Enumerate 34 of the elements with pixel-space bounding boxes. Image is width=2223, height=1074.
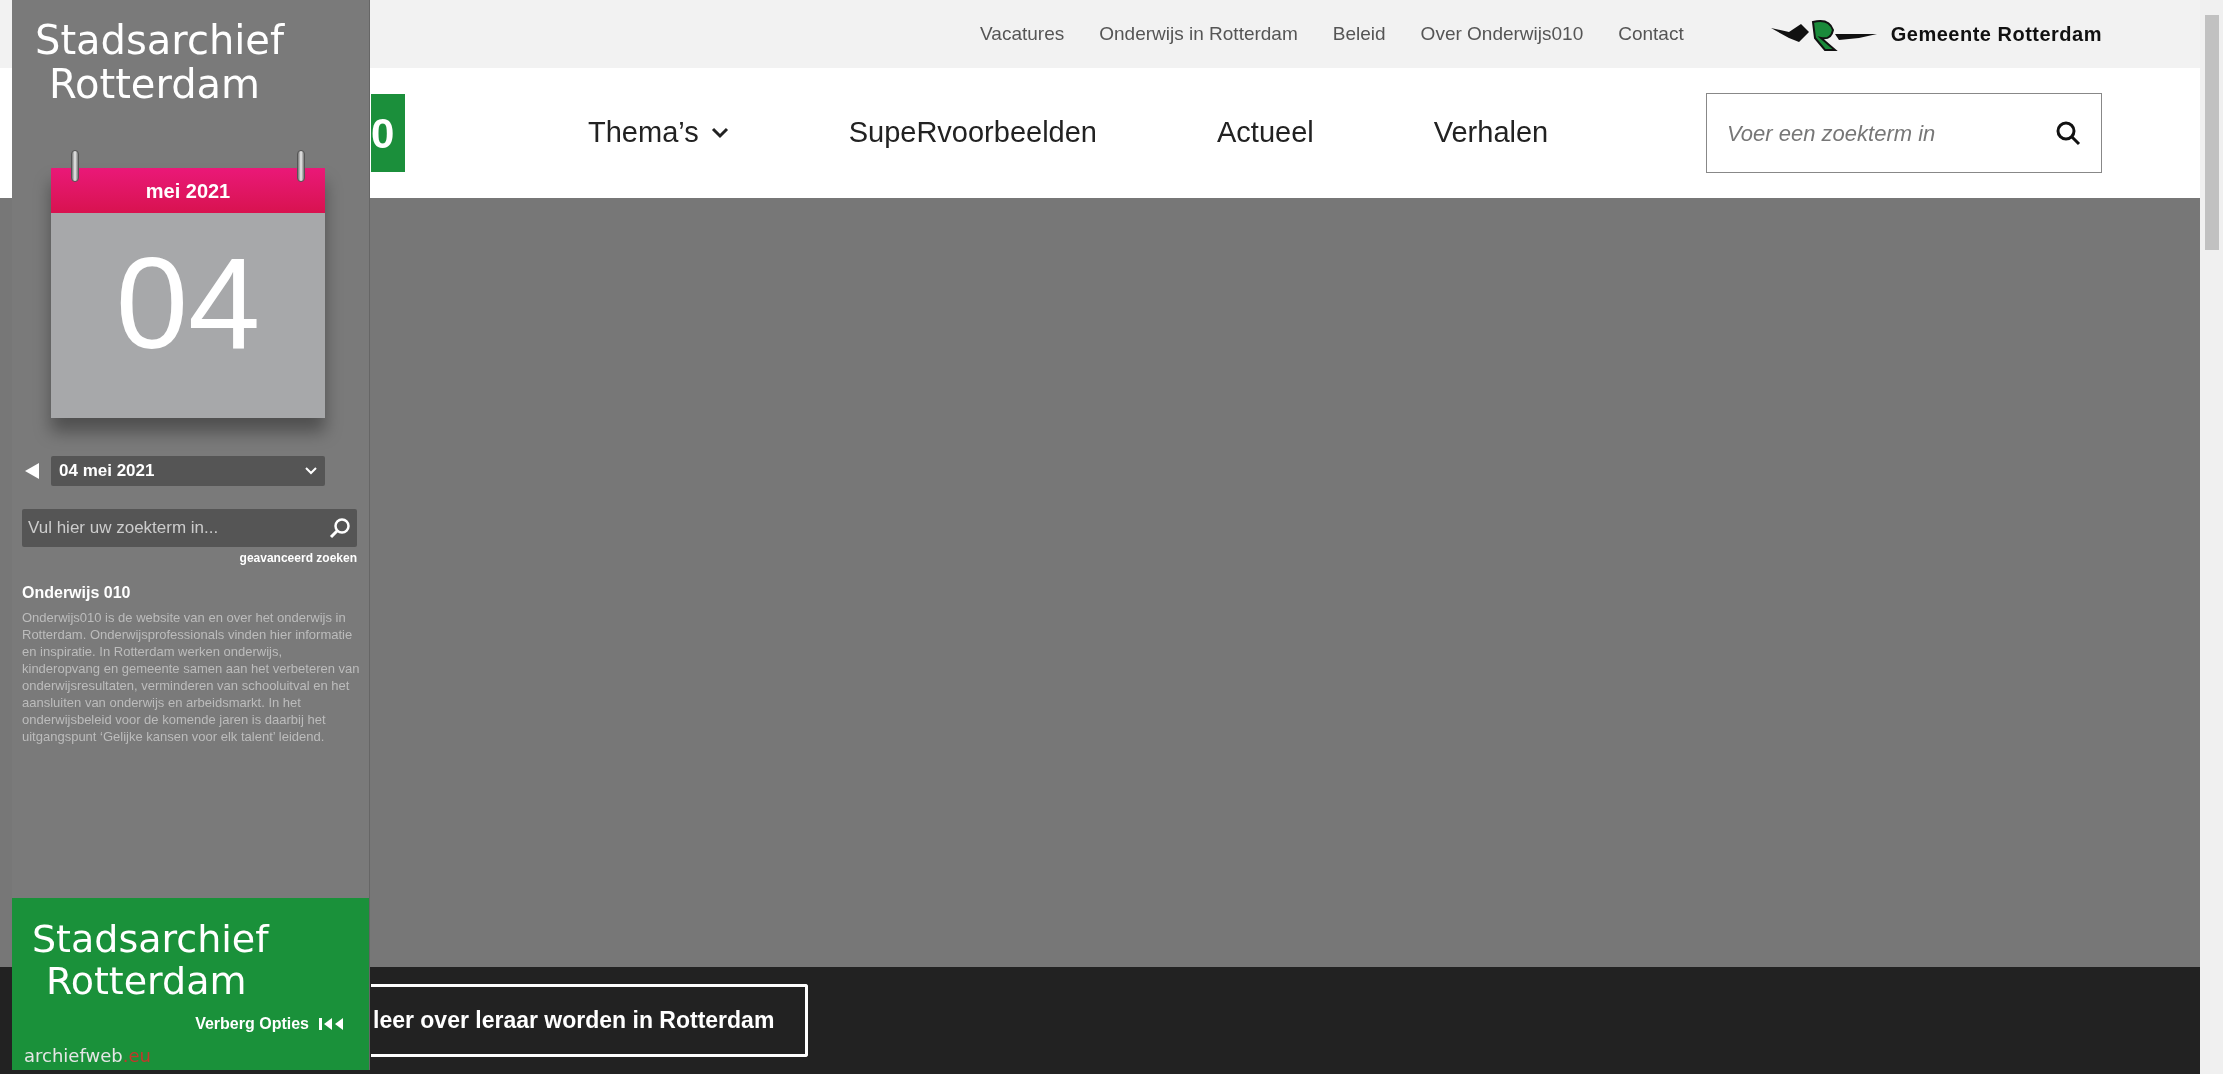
archive-search-field[interactable]: Vul hier uw zoekterm in... [22,509,357,547]
search-icon[interactable] [2055,120,2081,146]
archive-logo: Stadsarchief Rotterdam [34,16,286,106]
top-link[interactable]: Beleid [1332,19,1386,49]
nav-link[interactable]: Actueel [1217,111,1314,155]
cta-button[interactable]: leer over leraar worden in Rotterdam [371,984,808,1057]
brand-text: archiefweb.eu [23,1044,152,1068]
search-input[interactable]: Voer een zoekterm in [1727,116,2055,150]
advanced-search-link[interactable]: geavanceerd zoeken [239,549,357,567]
ring-icon [297,150,305,182]
archive-logo: Stadsarchief Rotterdam [31,916,271,1002]
nav-link[interactable]: SupeRvoorbeelden [848,111,1097,155]
chevron-down-icon [305,467,317,475]
municipality-name: Gemeente Rotterdam [1890,22,2102,47]
top-link[interactable]: Over Onderwijs010 [1420,19,1584,49]
description-text: Onderwijs010 is de website van en over het onderwijs in Rotterdam. Onderwijsprofessionals vinden hier informatie en inspiratie. In Rotterdam werken onderwijs, kinderopvang en gemeente samen aan het verbeteren van onderwijsresultaten, verminderen van schooluitval en het aansluiten van onderwijs en arbeidsmarkt. In het onderwijsbeleid voor de komende jaren is daarbij het uitgangspunt ‘Gelijke kansen voor elk talent’ leidend. [22,609,360,745]
nav-link[interactable]: Verhalen [1433,111,1549,155]
top-link[interactable]: Vacatures [980,19,1065,49]
scrollbar[interactable] [2200,0,2223,1074]
site-logo[interactable]: 0 [371,94,405,172]
calendar-month: mei 2021 [51,168,325,213]
section-heading: Onderwijs 010 [22,583,132,603]
search-icon[interactable] [329,517,351,539]
search-input[interactable]: Vul hier uw zoekterm in... [28,515,329,541]
previous-triangle-icon[interactable] [25,463,39,479]
site-search-field[interactable]: Voer een zoekterm in [1706,93,2102,173]
collapse-arrows-icon[interactable] [319,1018,345,1030]
top-link[interactable]: Onderwijs in Rotterdam [1099,19,1298,49]
nav-link[interactable]: Thema’s [588,111,729,155]
top-link[interactable]: Contact [1618,19,1684,49]
date-select[interactable]: 04 mei 2021 [51,456,325,486]
ring-icon [71,150,79,182]
hide-options-link[interactable]: Verberg Opties [195,1012,309,1036]
calendar-day: 04 [51,213,325,418]
